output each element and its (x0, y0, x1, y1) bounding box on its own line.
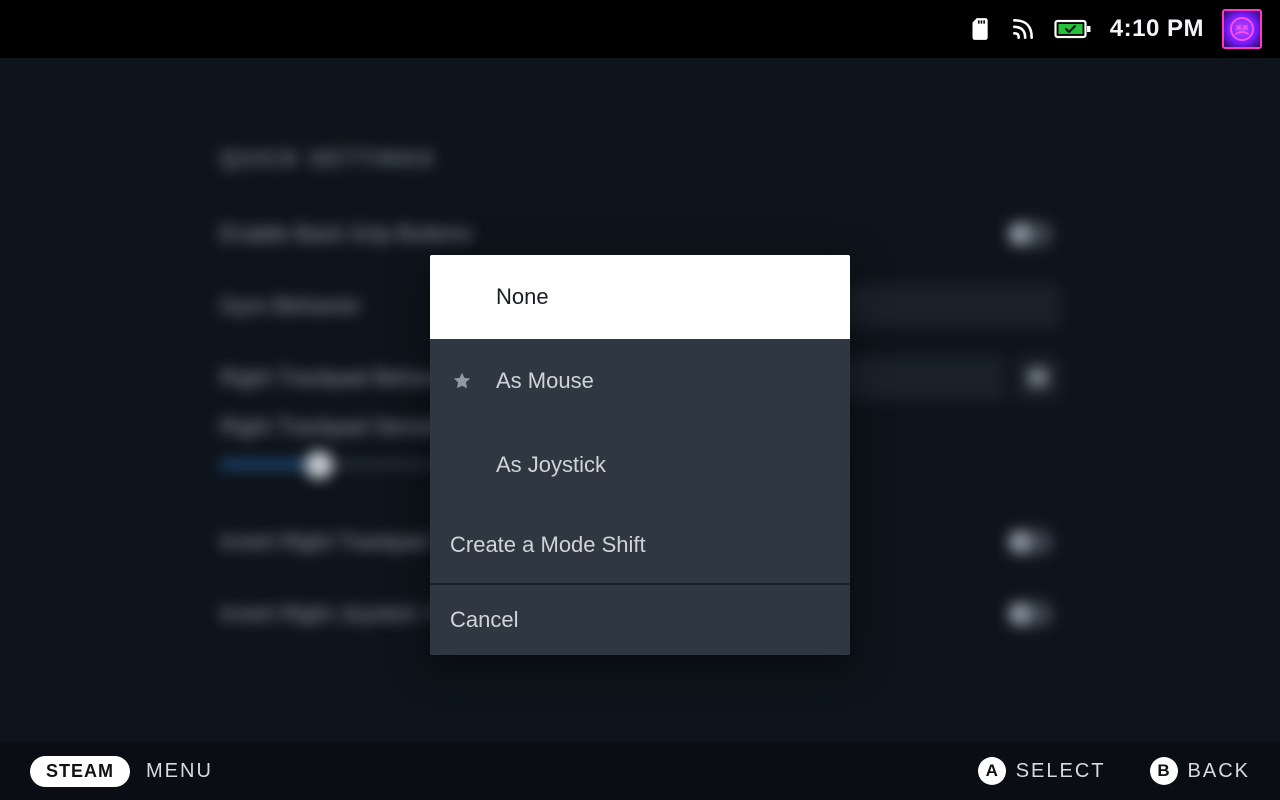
option-as-joystick[interactable]: As Joystick (430, 423, 850, 507)
bottom-bar: STEAM MENU A SELECT B BACK (0, 742, 1280, 800)
network-icon (1010, 16, 1036, 42)
option-label: As Joystick (496, 452, 606, 478)
a-glyph-icon: A (978, 757, 1006, 785)
option-label: As Mouse (496, 368, 594, 394)
option-none[interactable]: None (430, 255, 850, 339)
gyro-options-modal: None As Mouse As Joystick Create a Mode … (430, 255, 850, 655)
option-label: None (496, 284, 549, 310)
star-icon (450, 371, 474, 391)
cancel-button[interactable]: Cancel (430, 583, 850, 655)
create-mode-shift[interactable]: Create a Mode Shift (430, 507, 850, 583)
status-bar: 4:10 PM (0, 0, 1280, 58)
steam-button[interactable]: STEAM (30, 756, 130, 787)
hint-label: SELECT (1016, 760, 1106, 783)
battery-icon (1054, 17, 1092, 41)
setting-label: Enable Back Grip Buttons (220, 221, 1000, 247)
toggle (1007, 601, 1053, 627)
option-as-mouse[interactable]: As Mouse (430, 339, 850, 423)
toggle (1007, 221, 1053, 247)
hint-label: BACK (1188, 760, 1250, 783)
cancel-label: Cancel (450, 607, 518, 633)
hint-a-select: A SELECT (978, 757, 1106, 785)
section-title: QUICK SETTINGS (220, 146, 1060, 172)
sd-card-icon (966, 16, 992, 42)
gear-icon (1016, 356, 1060, 400)
b-glyph-icon: B (1150, 757, 1178, 785)
toggle (1007, 529, 1053, 555)
avatar[interactable] (1222, 9, 1262, 49)
clock: 4:10 PM (1110, 15, 1204, 43)
content-area: QUICK SETTINGS Enable Back Grip Buttons … (0, 58, 1280, 742)
hint-b-back: B BACK (1150, 757, 1250, 785)
menu-button[interactable]: MENU (146, 760, 213, 783)
create-label: Create a Mode Shift (450, 532, 646, 558)
